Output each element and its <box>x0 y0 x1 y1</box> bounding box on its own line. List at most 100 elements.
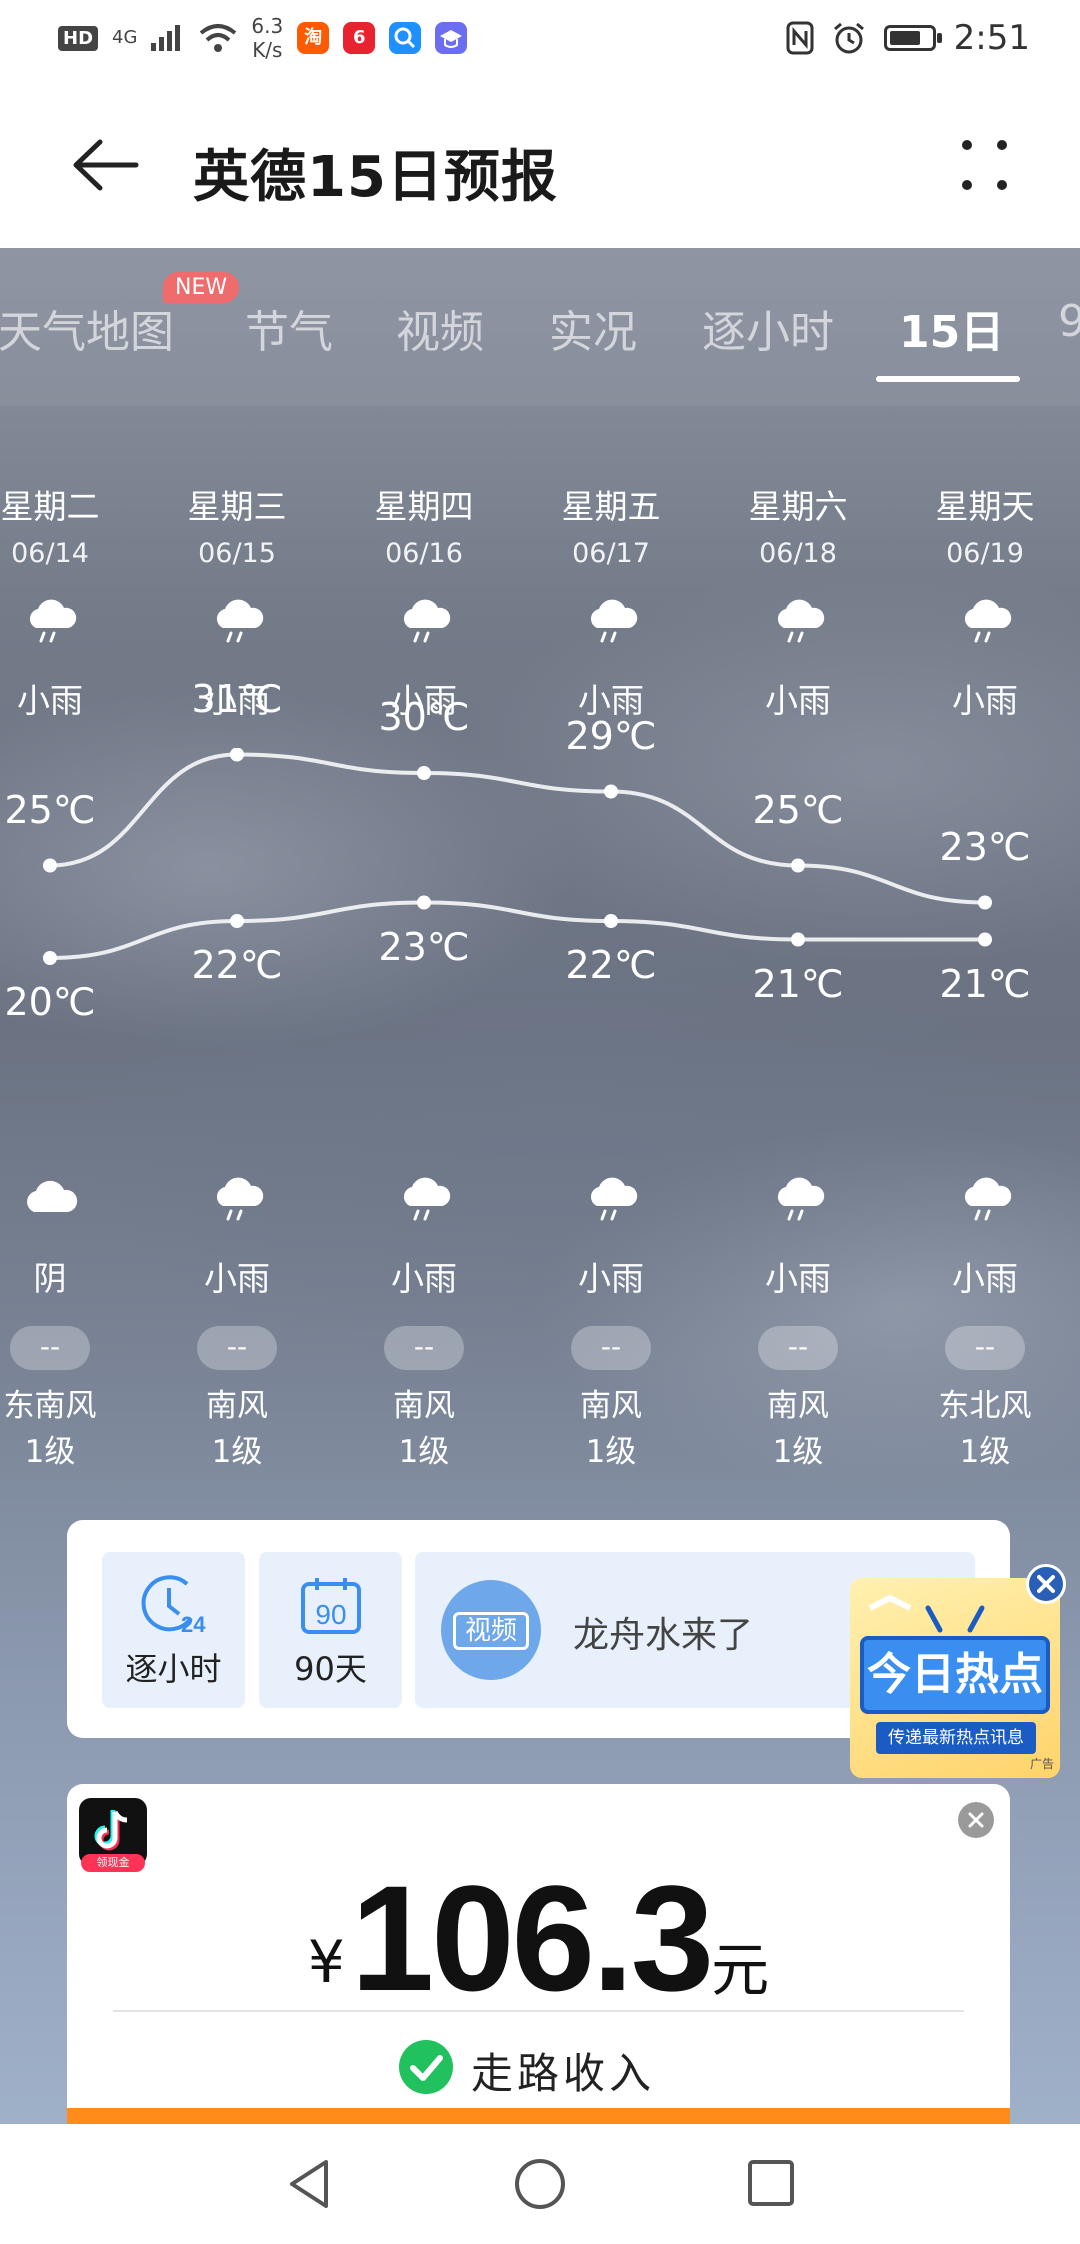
divider <box>113 2010 964 2012</box>
orange-bar <box>67 2108 1010 2124</box>
low-temp-label: 21℃ <box>752 961 844 1006</box>
video-banner-text: 龙舟水来了 <box>573 1615 754 1656</box>
night-condition: 小雨 <box>952 1259 1018 1298</box>
app-header: 英德15日预报 <box>0 80 1080 248</box>
wind-level: 1级 <box>398 1434 450 1470</box>
light-rain-icon <box>209 1172 267 1222</box>
alarm-icon <box>833 22 864 54</box>
night-condition: 阴 <box>33 1259 67 1298</box>
nav-home-button[interactable] <box>510 2154 570 2214</box>
net-speed-value: 6.3 <box>251 14 284 38</box>
wind-level: 1级 <box>772 1434 824 1470</box>
low-temp-point <box>791 932 805 947</box>
wind-direction: 南风 <box>206 1388 268 1424</box>
wind-direction: 南风 <box>580 1388 642 1424</box>
more-dots-icon <box>962 140 1007 190</box>
weekday-label: 星期五 <box>561 487 661 526</box>
high-temp-point <box>230 748 244 762</box>
hot-ad-subtitle: 传递最新热点讯息 <box>876 1722 1036 1754</box>
night-condition: 小雨 <box>204 1259 270 1298</box>
day-condition: 小雨 <box>765 681 831 720</box>
weekday-label: 星期三 <box>187 487 287 526</box>
video-badge: 视频 <box>453 1612 529 1650</box>
wind-direction: 南风 <box>767 1388 829 1424</box>
income-amount-line: ¥106.3元 <box>67 1852 1010 2025</box>
circle-home-icon <box>515 2159 565 2209</box>
close-icon <box>1037 1575 1055 1593</box>
low-temp-label: 22℃ <box>191 943 283 987</box>
aqi-badge: -- <box>945 1326 1025 1370</box>
light-rain-icon <box>209 594 267 644</box>
video-icon: 视频 <box>441 1580 541 1680</box>
low-temp-label: 23℃ <box>378 924 470 969</box>
status-left: HD 4G 6.3 K/s 淘 6 <box>58 14 468 62</box>
walking-income-card[interactable]: 领现金 ¥106.3元 走路收入 <box>67 1784 1010 2124</box>
hourly-clock-icon: 24 <box>141 1575 206 1637</box>
calendar-icon-text: 90 <box>315 1599 346 1630</box>
night-condition: 小雨 <box>578 1259 644 1298</box>
battery-level <box>889 31 920 45</box>
light-rain-icon <box>583 1172 641 1222</box>
money-card-close-button[interactable] <box>958 1802 994 1838</box>
status-right: 2:51 <box>786 18 1030 58</box>
light-rain-icon <box>957 594 1015 644</box>
wifi-icon <box>200 24 237 52</box>
status-bar: HD 4G 6.3 K/s 淘 6 2:51 <box>0 0 1080 80</box>
ninety-day-shortcut[interactable]: 90 90天 <box>259 1552 402 1708</box>
light-rain-icon <box>396 594 454 644</box>
aqi-badge: -- <box>197 1326 277 1370</box>
618-app-icon: 6 <box>343 22 376 54</box>
hot-ad-close-button[interactable] <box>1026 1564 1066 1604</box>
back-button[interactable] <box>70 130 150 200</box>
back-arrow-icon <box>73 139 139 191</box>
hourly-icon-text: 24 <box>181 1612 206 1637</box>
weekday-label: 星期四 <box>374 487 474 526</box>
wind-level: 1级 <box>211 1434 263 1470</box>
nav-recents-button[interactable] <box>740 2154 800 2214</box>
low-temp-label: 22℃ <box>565 943 657 987</box>
aqi-badge: -- <box>571 1326 651 1370</box>
low-temp-label: 21℃ <box>939 961 1031 1006</box>
wind-direction: 东南风 <box>3 1388 97 1424</box>
battery-icon <box>883 25 942 51</box>
income-amount: 106.3 <box>350 1854 714 2022</box>
ad-tag: 广告 <box>1029 1757 1054 1771</box>
night-condition: 小雨 <box>765 1259 831 1298</box>
low-temp-label: 20℃ <box>4 980 96 1024</box>
day-condition: 小雨 <box>17 681 83 720</box>
high-temp-label: 30℃ <box>378 695 470 739</box>
wind-level: 1级 <box>585 1434 637 1470</box>
taobao-icon: 淘 <box>297 22 330 54</box>
overcast-icon <box>22 1172 80 1222</box>
hot-topic-ad[interactable]: 今日热点 传递最新热点讯息 广告 <box>850 1564 1068 1780</box>
weekday-label: 星期六 <box>748 487 848 526</box>
low-temp-point <box>604 914 618 928</box>
light-rain-icon <box>22 594 80 644</box>
high-temp-point <box>604 784 618 799</box>
hourly-shortcut[interactable]: 24 逐小时 <box>102 1552 245 1708</box>
light-rain-icon <box>770 1172 828 1222</box>
clock: 2:51 <box>953 18 1030 58</box>
wind-level: 1级 <box>24 1434 76 1470</box>
hd-indicator: HD <box>58 25 99 51</box>
signal-icon <box>151 25 181 51</box>
date-label: 06/16 <box>385 538 463 569</box>
high-temp-point <box>791 858 805 873</box>
date-label: 06/19 <box>946 538 1024 569</box>
nav-back-button[interactable] <box>280 2154 340 2214</box>
wind-level: 1级 <box>959 1434 1011 1470</box>
aqi-badge: -- <box>10 1326 90 1370</box>
triangle-back-icon <box>290 2160 328 2208</box>
low-temp-point <box>230 914 244 928</box>
walking-income-label: 走路收入 <box>471 2049 656 2098</box>
page-title: 英德15日预报 <box>193 145 558 210</box>
square-recents-icon <box>748 2160 794 2206</box>
aqi-badge: -- <box>758 1326 838 1370</box>
hourly-label: 逐小时 <box>125 1650 222 1688</box>
ninety-day-label: 90天 <box>294 1650 367 1688</box>
nfc-icon <box>786 21 814 55</box>
more-options-button[interactable] <box>950 130 1020 200</box>
study-app-icon <box>435 22 468 54</box>
high-temp-label: 25℃ <box>752 787 844 832</box>
system-nav-bar <box>0 2124 1080 2244</box>
